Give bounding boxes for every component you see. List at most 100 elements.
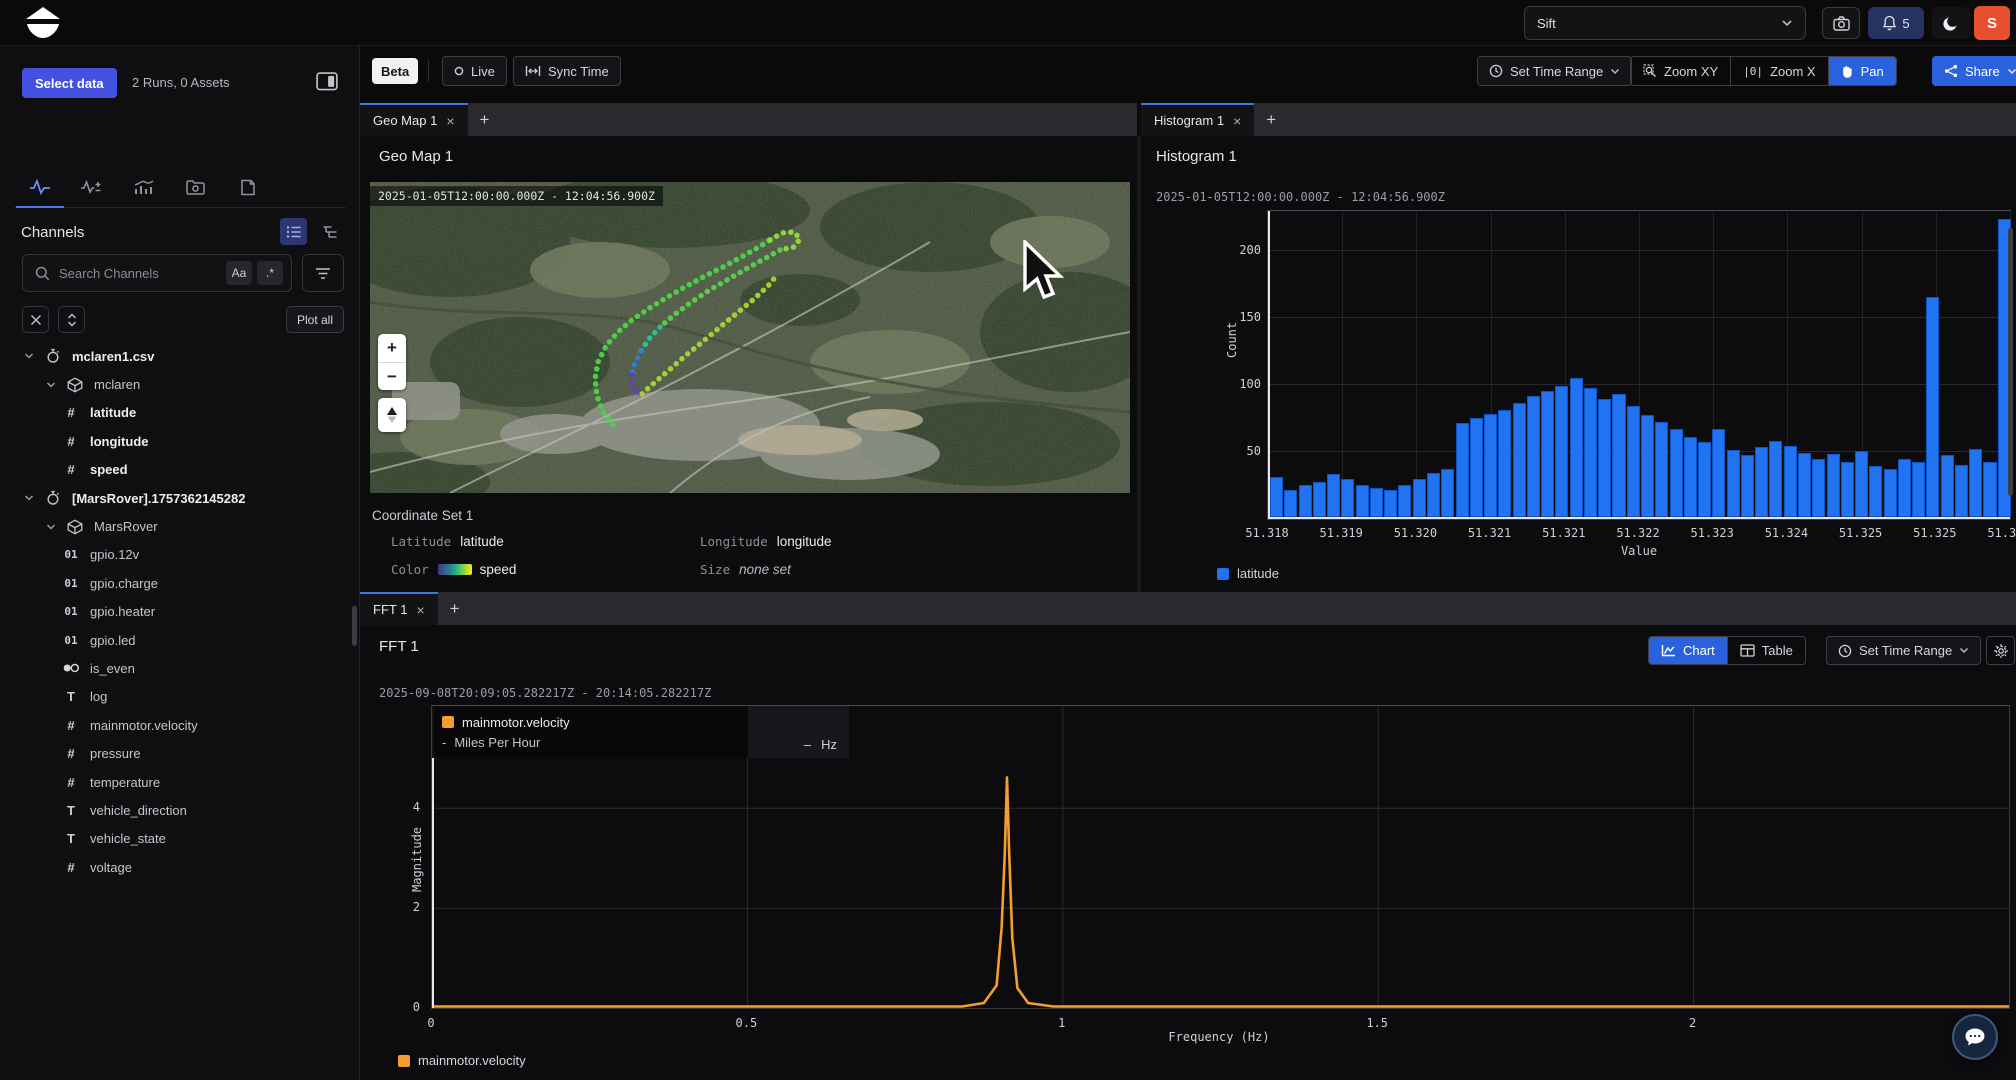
share-button[interactable]: Share (1932, 56, 2016, 86)
fft-tabstrip: FFT 1 × + (360, 592, 2016, 625)
collapse-sidebar-icon[interactable] (316, 72, 338, 94)
table-view-button[interactable]: Table (1728, 637, 1805, 664)
close-tab-icon[interactable]: × (446, 113, 454, 129)
expand-all-button[interactable] (58, 306, 85, 333)
channel-tree-item[interactable]: MarsRover (0, 512, 352, 540)
histogram-bar (1498, 410, 1511, 517)
channel-tree-item[interactable]: mclaren1.csv (0, 342, 352, 370)
channel-tree-item[interactable]: Tlog (0, 683, 352, 711)
size-field[interactable]: Sizenone set (700, 561, 791, 579)
tab-fft-1[interactable]: FFT 1 × (360, 592, 438, 625)
channel-tree-item[interactable]: #latitude (0, 399, 352, 427)
zoom-xy-button[interactable]: Zoom XY (1631, 57, 1731, 85)
x-axis-title: Frequency (Hz) (1168, 1030, 1269, 1044)
sync-time-label: Sync Time (548, 64, 609, 79)
collapse-all-button[interactable] (22, 306, 49, 333)
search-input[interactable]: Search Channels Aa .* (22, 254, 292, 292)
main-area: Beta Live Sync Time Set Time Range Zoom … (360, 46, 2016, 1080)
histogram-bar (1827, 454, 1840, 517)
plot-all-button[interactable]: Plot all (286, 306, 344, 333)
avatar[interactable]: S (1974, 6, 2010, 40)
chart-view-button[interactable]: Chart (1649, 637, 1728, 664)
channel-label: vehicle_direction (90, 803, 187, 818)
tab-charts[interactable] (118, 170, 170, 204)
longitude-field-value: longitude (777, 534, 832, 549)
channel-tree-item[interactable]: 01gpio.charge (0, 569, 352, 597)
select-data-button[interactable]: Select data (22, 68, 117, 98)
collapse-all-icon (30, 314, 42, 326)
screenshot-button[interactable] (1822, 7, 1860, 39)
theme-toggle-button[interactable] (1932, 7, 1970, 39)
channel-tree-item[interactable]: #voltage (0, 853, 352, 881)
fft-bottom-legend: mainmotor.velocity (398, 1053, 526, 1068)
tab-media[interactable] (170, 170, 222, 204)
regex-button[interactable]: .* (257, 261, 283, 285)
chart-table-toggle: Chart Table (1648, 636, 1806, 665)
channel-tree-item[interactable]: #pressure (0, 739, 352, 767)
channel-tree-item[interactable]: #temperature (0, 768, 352, 796)
fft-set-time-range-button[interactable]: Set Time Range (1826, 636, 1981, 665)
tab-reports[interactable] (222, 170, 274, 204)
zoom-x-button[interactable]: |0| Zoom X (1731, 57, 1828, 85)
channel-tree-item[interactable]: Tvehicle_direction (0, 796, 352, 824)
channel-label: mclaren (94, 377, 140, 392)
live-button[interactable]: Live (442, 56, 507, 86)
notifications-button[interactable]: 5 (1868, 7, 1924, 39)
channel-label: is_even (90, 661, 135, 676)
match-case-button[interactable]: Aa (226, 261, 252, 285)
close-tab-icon[interactable]: × (1233, 113, 1241, 129)
histogram-legend: latitude (1217, 566, 1279, 581)
tab-calculated-channels[interactable] (66, 170, 118, 204)
color-field-value: speed (480, 562, 517, 577)
sift-logo-icon[interactable] (24, 7, 62, 38)
channel-tree-item[interactable]: #mainmotor.velocity (0, 711, 352, 739)
add-tab-button[interactable]: + (1254, 103, 1288, 136)
gear-icon (1993, 643, 2009, 659)
y-tick-label: 100 (1227, 377, 1261, 391)
geo-map[interactable]: 2025-01-05T12:00:00.000Z - 12:04:56.900Z… (370, 182, 1130, 493)
sidebar-scrollbar[interactable] (352, 606, 357, 646)
histogram-bar (1598, 399, 1611, 517)
zoom-mode-group: Zoom XY |0| Zoom X Pan (1630, 56, 1897, 86)
histogram-bar (1941, 455, 1954, 517)
search-icon (35, 266, 50, 281)
channel-tree-item[interactable]: 01gpio.heater (0, 598, 352, 626)
add-tab-button[interactable]: + (438, 592, 472, 625)
map-zoom-out-button[interactable]: − (378, 362, 406, 390)
pan-button[interactable]: Pan (1829, 57, 1896, 85)
fft-panel: FFT 1 × + FFT 1 Chart Table Set Time Ran… (360, 592, 2016, 1080)
channel-tree-item[interactable]: [MarsRover].1757362145282 (0, 484, 352, 512)
sync-time-button[interactable]: Sync Time (513, 56, 621, 86)
channel-tree-item[interactable]: 01gpio.12v (0, 541, 352, 569)
histogram-plot[interactable] (1267, 210, 2011, 520)
tab-channels[interactable] (14, 170, 66, 204)
compass-icon (386, 406, 398, 424)
map-zoom-in-button[interactable]: + (378, 334, 406, 362)
channel-tree-item[interactable]: 01gpio.led (0, 626, 352, 654)
channel-tree-item[interactable]: is_even (0, 654, 352, 682)
tree-view-button[interactable] (316, 218, 343, 245)
workspace-select[interactable]: Sift (1524, 6, 1806, 40)
channel-tree-item[interactable]: Tvehicle_state (0, 825, 352, 853)
tab-histogram-1[interactable]: Histogram 1 × (1141, 103, 1254, 136)
x-tick-label: 51.321 (1468, 526, 1511, 540)
tab-geo-map-1[interactable]: Geo Map 1 × (360, 103, 468, 136)
close-tab-icon[interactable]: × (416, 602, 424, 618)
channel-tree-item[interactable]: #speed (0, 456, 352, 484)
longitude-field[interactable]: Longitudelongitude (700, 533, 832, 551)
chat-bubble-button[interactable] (1952, 1014, 1998, 1060)
add-tab-button[interactable]: + (468, 103, 502, 136)
channel-tree-item[interactable]: #longitude (0, 427, 352, 455)
list-view-button[interactable] (280, 218, 307, 245)
set-time-range-button[interactable]: Set Time Range (1477, 56, 1632, 86)
map-compass-button[interactable] (378, 398, 406, 432)
filter-button[interactable] (302, 254, 344, 292)
scrollbar[interactable] (2008, 228, 2013, 496)
route-segment (632, 375, 642, 394)
channel-tree-item[interactable]: mclaren (0, 370, 352, 398)
latitude-field[interactable]: Latitudelatitude (391, 533, 504, 551)
channel-label: mclaren1.csv (72, 349, 154, 364)
fft-settings-button[interactable] (1986, 636, 2015, 665)
color-field[interactable]: Colorspeed (391, 561, 516, 579)
share-label: Share (1965, 64, 2000, 79)
